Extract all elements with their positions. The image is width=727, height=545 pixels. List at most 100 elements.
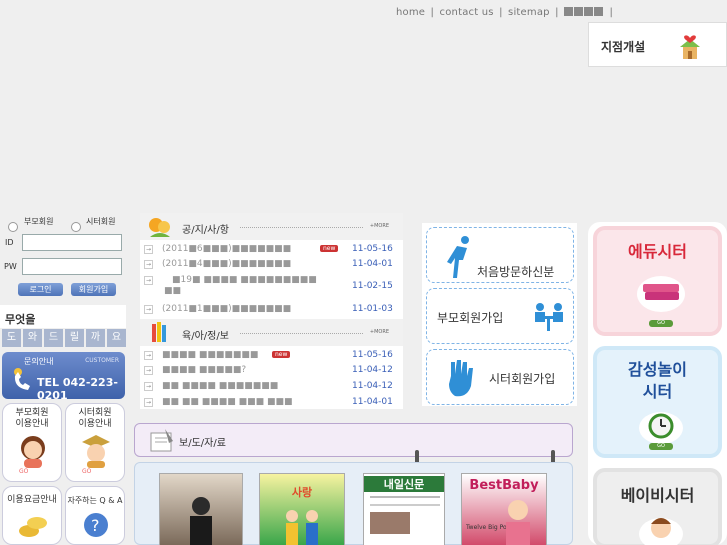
customer-phone: TEL 042-223-0201 <box>37 376 118 402</box>
play-sitter-title-1: 감성놀이 <box>628 360 687 379</box>
join-button[interactable]: 회원가입 <box>71 283 116 296</box>
meeting-icon <box>535 303 563 331</box>
separator: | <box>555 7 559 18</box>
graduate-icon <box>82 435 110 468</box>
list-item[interactable]: → ■■■■ ■■■■■■■ new 11-05-16 <box>144 349 400 364</box>
parent-member-label: 부모회원 <box>24 217 54 226</box>
magazine-cover[interactable]: 사랑 <box>259 473 345 545</box>
id-input[interactable] <box>22 234 122 251</box>
first-visit-label: 처음방문하신분 <box>477 265 555 279</box>
baby-sitter-card[interactable]: 베이비시터 <box>593 468 722 545</box>
play-sitter-title-2: 시터 <box>642 382 673 401</box>
press-gallery: 사랑 내일신문 BestBaby Twelve Big Power! <box>134 462 573 545</box>
press-title: 보/도/자/료 <box>179 438 226 449</box>
help-banner: 무엇을 <box>0 305 126 328</box>
list-item[interactable]: → ■■ ■■■■ ■■■■■■■ 11-04-12 <box>144 380 400 395</box>
woman-photo <box>190 497 212 545</box>
house-heart-icon <box>680 35 700 59</box>
customer-contact-box[interactable]: 문의안내 CUSTOMER TEL 042-223-0201 <box>2 352 125 402</box>
branch-open-label: 지점개설 <box>601 40 646 54</box>
press-header[interactable]: 보/도/자/료 <box>134 423 573 468</box>
hand-icon <box>449 360 473 397</box>
list-item[interactable]: → ■■ ■■ ■■■■ ■■■ ■■■ 11-04-01 <box>144 396 400 411</box>
clock-icon <box>639 412 683 444</box>
home-link[interactable]: home <box>396 7 425 18</box>
notice-title: 공/지/사/항 <box>182 225 229 236</box>
list-item[interactable]: → (2011■4■■■)■■■■■■■ 11-04-01 <box>144 258 400 273</box>
books-icon <box>637 276 685 312</box>
guide-title: 자주하는 Q & A <box>67 496 123 505</box>
sitter-guide-link[interactable]: 시터회원 이용안내 GO <box>65 403 125 482</box>
parenting-title: 육/아/정/보 <box>182 331 229 342</box>
help-tile: 요 <box>107 329 126 347</box>
play-sitter-card[interactable]: 감성놀이 시터 GO <box>593 346 722 458</box>
sitemap-link[interactable]: sitemap <box>508 7 550 18</box>
coins-icon <box>19 517 47 537</box>
edu-sitter-title: 에듀시터 <box>628 242 687 261</box>
contact-link[interactable]: contact us <box>440 7 494 18</box>
fee-guide-link[interactable]: 이용요금안내 <box>2 486 62 545</box>
baby-sitter-title: 베이비시터 <box>620 486 695 505</box>
go-label: GO <box>82 468 92 475</box>
help-tile: 도 <box>2 329 21 347</box>
separator: | <box>609 7 614 18</box>
family-photo <box>286 510 318 545</box>
separator: | <box>430 7 435 18</box>
help-title: 무엇을 <box>5 313 36 326</box>
login-button[interactable]: 로그인 <box>18 283 63 296</box>
password-input[interactable] <box>22 258 122 275</box>
go-label: GO <box>19 468 29 475</box>
first-visit-button[interactable]: 처음방문하신분 <box>426 227 574 283</box>
new-badge: new <box>272 351 291 358</box>
play-sitter-go: GO <box>649 443 673 450</box>
pw-label: PW <box>4 262 17 271</box>
mother-icon <box>21 436 45 468</box>
list-item[interactable]: → (2011■1■■■)■■■■■■■ 11-01-03 <box>144 303 400 318</box>
crayons-icon <box>152 322 166 342</box>
help-tile: 까 <box>86 329 105 347</box>
parent-member-radio[interactable] <box>8 216 18 235</box>
broken-text-link[interactable] <box>564 7 604 18</box>
newspaper-icon <box>150 429 173 452</box>
edu-sitter-go: GO <box>649 320 673 327</box>
notice-header[interactable]: 공/지/사/항 +MORE <box>140 213 403 240</box>
id-label: ID <box>5 238 14 247</box>
guide-title: 이용요금안내 <box>7 495 57 505</box>
sitter-member-label: 시터회원 <box>86 217 116 226</box>
sitter-join-label: 시터회원가입 <box>489 372 556 386</box>
question-icon: ? <box>84 513 108 537</box>
baby-icon <box>639 518 683 545</box>
branch-open-banner[interactable]: 지점개설 <box>588 22 727 67</box>
notice-more-link[interactable]: +MORE <box>370 223 389 229</box>
notice-board: 공/지/사/항 +MORE → (2011■6■■■)■■■■■■■ new 11-0… <box>140 213 403 409</box>
separator: | <box>499 7 503 18</box>
list-item[interactable]: → ■■■■ ■■■■■? 11-04-12 <box>144 364 400 379</box>
faq-link[interactable]: 자주하는 Q & A ? <box>65 486 125 545</box>
parent-guide-link[interactable]: 부모회원 이용안내 GO <box>2 403 62 482</box>
sitter-member-radio[interactable] <box>71 216 81 235</box>
sitter-join-button[interactable]: 시터회원가입 <box>426 349 574 405</box>
list-item[interactable]: → (2011■6■■■)■■■■■■■ new 11-05-16 <box>144 243 400 258</box>
svg-text:?: ? <box>91 516 100 535</box>
walker-icon <box>447 236 469 278</box>
parent-join-label: 부모회원가입 <box>437 311 504 325</box>
phone-icon <box>14 368 30 390</box>
customer-label: 문의안내 <box>24 357 54 366</box>
guide-title: 부모회원 이용안내 <box>15 408 49 429</box>
parenting-header[interactable]: 육/아/정/보 +MORE <box>140 319 403 346</box>
magazine-cover[interactable]: BestBaby Twelve Big Power! <box>461 473 547 545</box>
help-tile: 릴 <box>65 329 84 347</box>
parent-join-button[interactable]: 부모회원가입 <box>426 288 574 344</box>
edu-sitter-card[interactable]: 에듀시터 GO <box>593 226 722 336</box>
help-tiles: 도 와 드 릴 까 요 <box>2 329 126 347</box>
help-tile: 드 <box>44 329 63 347</box>
baby-photo <box>506 500 530 545</box>
newspaper-cover[interactable]: 내일신문 <box>363 473 445 545</box>
parenting-more-link[interactable]: +MORE <box>370 329 389 335</box>
new-badge: new <box>320 245 339 252</box>
top-links: home | contact us | sitemap | | <box>396 7 615 18</box>
list-item-continued: ■■ <box>164 286 182 296</box>
magazine-cover[interactable] <box>159 473 243 545</box>
help-tile: 와 <box>23 329 42 347</box>
flower-icon <box>149 218 170 237</box>
